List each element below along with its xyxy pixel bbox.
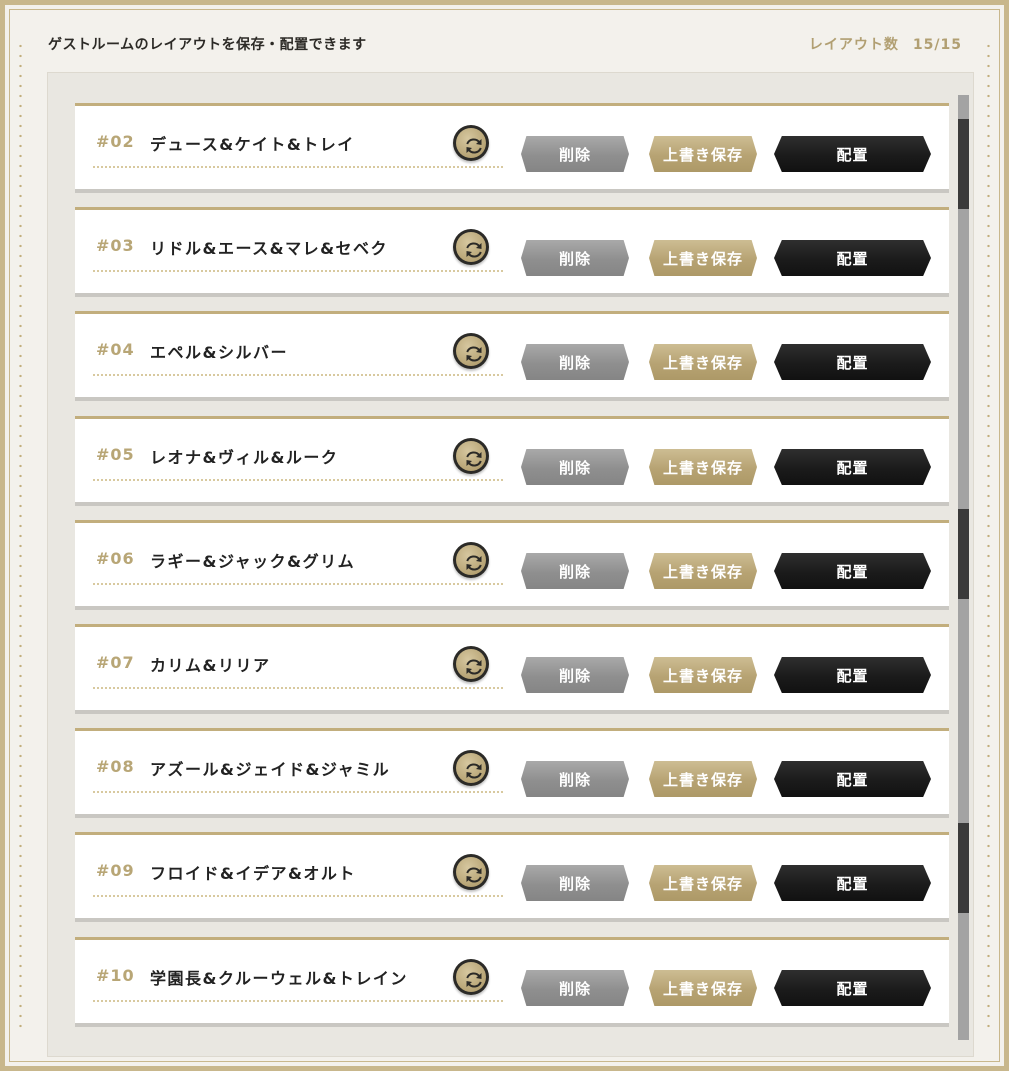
delete-button[interactable]: 削除	[521, 865, 629, 901]
place-button[interactable]: 配置	[774, 136, 931, 172]
name-underline	[93, 583, 503, 585]
name-underline	[93, 687, 503, 689]
place-button[interactable]: 配置	[774, 449, 931, 485]
place-button[interactable]: 配置	[774, 344, 931, 380]
refresh-icon	[466, 138, 482, 154]
delete-button[interactable]: 削除	[521, 449, 629, 485]
refresh-icon	[466, 659, 482, 675]
layout-row: #05 レオナ&ヴィル&ルーク 削除 上書き保存 配置	[75, 416, 949, 506]
layout-row: #06 ラギー&ジャック&グリム 削除 上書き保存 配置	[75, 520, 949, 610]
refresh-icon	[466, 346, 482, 362]
layout-row: #10 学園長&クルーウェル&トレイン 削除 上書き保存 配置	[75, 937, 949, 1027]
rename-button[interactable]	[453, 542, 489, 578]
name-underline	[93, 270, 503, 272]
place-button[interactable]: 配置	[774, 970, 931, 1006]
layout-row: #07 カリム&リリア 削除 上書き保存 配置	[75, 624, 949, 714]
layout-number: #09	[96, 861, 135, 880]
delete-button[interactable]: 削除	[521, 240, 629, 276]
place-button[interactable]: 配置	[774, 553, 931, 589]
delete-button[interactable]: 削除	[521, 761, 629, 797]
layout-number: #05	[96, 445, 135, 464]
name-underline	[93, 479, 503, 481]
layout-count: レイアウト数 15/15	[809, 34, 962, 54]
refresh-icon	[466, 972, 482, 988]
layout-name: リドル&エース&マレ&セベク	[150, 239, 389, 258]
rename-button[interactable]	[453, 750, 489, 786]
dialog-frame: ゲストルームのレイアウトを保存・配置できます レイアウト数 15/15 #02 デ…	[0, 0, 1009, 1071]
header-title: ゲストルームのレイアウトを保存・配置できます	[48, 37, 367, 53]
refresh-icon	[466, 242, 482, 258]
overwrite-save-button[interactable]: 上書き保存	[649, 449, 757, 485]
scrollbar-mark	[958, 823, 969, 913]
name-underline	[93, 1000, 503, 1002]
scrollbar-mark	[958, 119, 969, 209]
overwrite-save-button[interactable]: 上書き保存	[649, 553, 757, 589]
layout-number: #04	[96, 340, 135, 359]
layout-list-panel: #02 デュース&ケイト&トレイ 削除 上書き保存 配置 #03 リドル&エース…	[47, 72, 974, 1057]
overwrite-save-button[interactable]: 上書き保存	[649, 970, 757, 1006]
place-button[interactable]: 配置	[774, 240, 931, 276]
layout-name: デュース&ケイト&トレイ	[150, 135, 355, 154]
delete-button[interactable]: 削除	[521, 136, 629, 172]
place-button[interactable]: 配置	[774, 657, 931, 693]
scrollbar-mark	[958, 509, 969, 599]
delete-button[interactable]: 削除	[521, 344, 629, 380]
name-underline	[93, 166, 503, 168]
layout-row: #03 リドル&エース&マレ&セベク 削除 上書き保存 配置	[75, 207, 949, 297]
layout-row: #02 デュース&ケイト&トレイ 削除 上書き保存 配置	[75, 103, 949, 193]
dotted-border-right	[987, 41, 990, 1030]
refresh-icon	[466, 763, 482, 779]
delete-button[interactable]: 削除	[521, 970, 629, 1006]
overwrite-save-button[interactable]: 上書き保存	[649, 344, 757, 380]
overwrite-save-button[interactable]: 上書き保存	[649, 136, 757, 172]
layout-row: #04 エペル&シルバー 削除 上書き保存 配置	[75, 311, 949, 401]
dotted-border-left	[19, 41, 22, 1030]
name-underline	[93, 895, 503, 897]
overwrite-save-button[interactable]: 上書き保存	[649, 240, 757, 276]
rename-button[interactable]	[453, 229, 489, 265]
layout-name: ラギー&ジャック&グリム	[150, 552, 356, 571]
layout-number: #07	[96, 653, 135, 672]
name-underline	[93, 374, 503, 376]
layout-number: #03	[96, 236, 135, 255]
rename-button[interactable]	[453, 959, 489, 995]
layout-name: フロイド&イデア&オルト	[150, 864, 356, 883]
name-underline	[93, 791, 503, 793]
layout-number: #08	[96, 757, 135, 776]
delete-button[interactable]: 削除	[521, 553, 629, 589]
overwrite-save-button[interactable]: 上書き保存	[649, 761, 757, 797]
layout-name: 学園長&クルーウェル&トレイン	[150, 969, 408, 988]
refresh-icon	[466, 555, 482, 571]
refresh-icon	[466, 867, 482, 883]
rename-button[interactable]	[453, 125, 489, 161]
overwrite-save-button[interactable]: 上書き保存	[649, 865, 757, 901]
layout-name: カリム&リリア	[150, 656, 271, 675]
layout-row: #09 フロイド&イデア&オルト 削除 上書き保存 配置	[75, 832, 949, 922]
overwrite-save-button[interactable]: 上書き保存	[649, 657, 757, 693]
delete-button[interactable]: 削除	[521, 657, 629, 693]
place-button[interactable]: 配置	[774, 865, 931, 901]
layout-number: #06	[96, 549, 135, 568]
layout-name: エペル&シルバー	[150, 343, 288, 362]
refresh-icon	[466, 451, 482, 467]
layout-number: #10	[96, 966, 135, 985]
layout-name: レオナ&ヴィル&ルーク	[150, 448, 339, 467]
layout-count-label: レイアウト数	[808, 37, 899, 53]
place-button[interactable]: 配置	[774, 761, 931, 797]
scrollbar[interactable]	[958, 95, 969, 1040]
layout-number: #02	[96, 132, 135, 151]
rename-button[interactable]	[453, 438, 489, 474]
layout-count-value: 15/15	[912, 37, 962, 53]
rename-button[interactable]	[453, 646, 489, 682]
layout-name: アズール&ジェイド&ジャミル	[150, 760, 391, 779]
rename-button[interactable]	[453, 854, 489, 890]
rename-button[interactable]	[453, 333, 489, 369]
layout-row: #08 アズール&ジェイド&ジャミル 削除 上書き保存 配置	[75, 728, 949, 818]
